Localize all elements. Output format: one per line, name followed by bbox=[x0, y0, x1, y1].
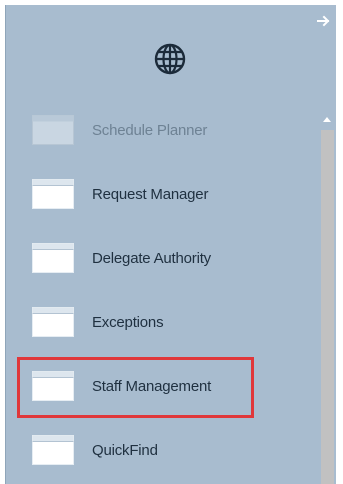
menu-item-label: Staff Management bbox=[92, 377, 212, 395]
window-icon bbox=[32, 243, 74, 273]
globe-icon[interactable] bbox=[153, 42, 187, 76]
menu-item-label: QuickFind bbox=[92, 441, 158, 459]
scroll-thumb[interactable] bbox=[321, 130, 334, 484]
window-icon bbox=[32, 435, 74, 465]
window-icon bbox=[32, 371, 74, 401]
menu-item-label: Schedule Planner bbox=[92, 121, 208, 139]
menu-item-schedule-planner[interactable]: Schedule Planner bbox=[6, 102, 311, 158]
menu-item-staff-management[interactable]: Staff Management bbox=[6, 358, 311, 414]
scrollbar[interactable] bbox=[319, 108, 335, 484]
menu-item-delegate-authority[interactable]: Delegate Authority bbox=[6, 230, 311, 286]
collapse-button[interactable] bbox=[314, 11, 334, 31]
menu-item-request-manager[interactable]: Request Manager bbox=[6, 166, 311, 222]
menu-item-label: Request Manager bbox=[92, 185, 209, 203]
window-icon bbox=[32, 307, 74, 337]
navigation-panel: Schedule Planner Request Manager Delegat… bbox=[5, 5, 336, 484]
menu-item-label: Exceptions bbox=[92, 313, 164, 331]
menu-item-exceptions[interactable]: Exceptions bbox=[6, 294, 311, 350]
scroll-up-icon bbox=[323, 117, 331, 122]
menu-item-label: Delegate Authority bbox=[92, 249, 211, 267]
menu-item-quickfind[interactable]: QuickFind bbox=[6, 422, 311, 478]
scroll-up-button[interactable] bbox=[319, 108, 335, 130]
window-icon bbox=[32, 115, 74, 145]
window-icon bbox=[32, 179, 74, 209]
arrow-right-icon bbox=[317, 15, 330, 27]
